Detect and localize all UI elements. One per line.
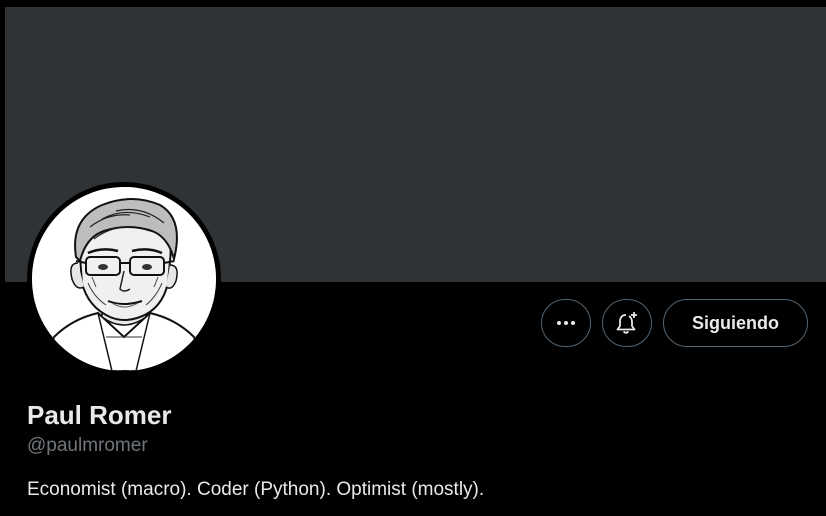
ellipsis-icon — [555, 312, 577, 334]
bell-plus-icon — [614, 310, 640, 336]
notifications-button[interactable] — [602, 299, 652, 347]
window-top-strip — [0, 0, 826, 7]
display-name: Paul Romer — [27, 400, 172, 430]
avatar-portrait-image — [32, 187, 216, 371]
username-handle: @paulmromer — [27, 435, 148, 456]
more-options-button[interactable] — [541, 299, 591, 347]
following-button[interactable]: Siguiendo — [663, 299, 808, 347]
avatar[interactable] — [27, 182, 221, 376]
profile-bio: Economist (macro). Coder (Python). Optim… — [27, 479, 485, 500]
